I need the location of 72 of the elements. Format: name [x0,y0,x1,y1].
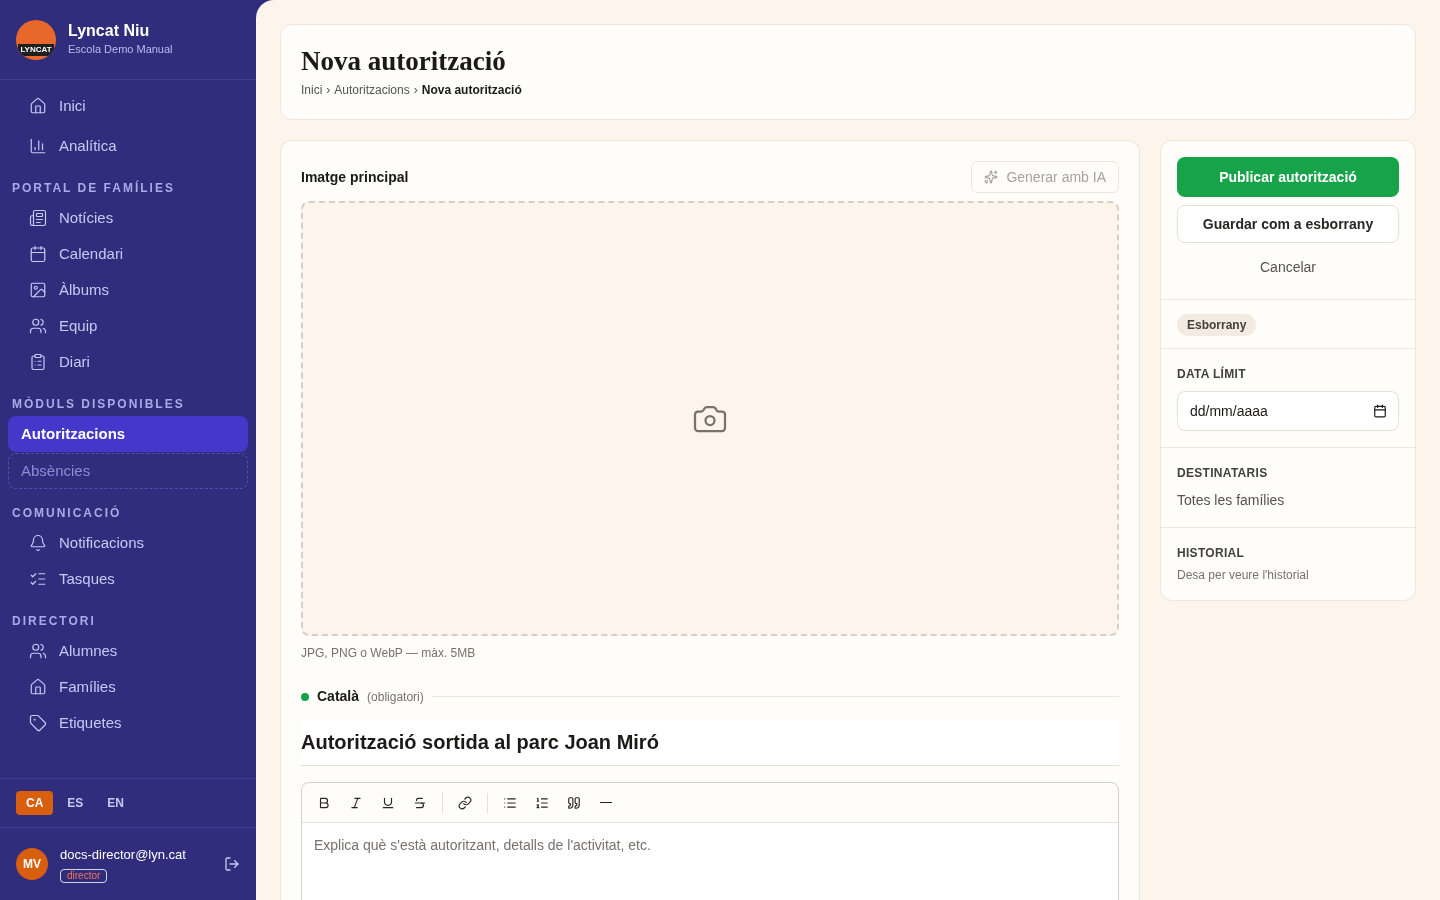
cancel-button[interactable]: Cancelar [1177,251,1399,283]
logo-icon: LYNCAT [16,19,56,60]
calendar-icon[interactable] [1373,404,1387,418]
bar-chart-icon [29,137,47,155]
language-button[interactable]: ES [57,791,94,815]
clipboard-icon [29,353,47,371]
section-heading: PORTAL DE FAMÍLIES [11,179,176,197]
date-field[interactable]: dd/mm/aaaa [1177,391,1399,431]
newspaper-icon [29,209,47,227]
horizontal-rule-icon [600,801,612,804]
strikethrough-icon [413,795,427,810]
section-heading: DIRECTORI [11,613,97,630]
sidebar-item[interactable]: Diari [16,344,240,380]
page-title: Nova autorització [301,45,507,77]
sparkles-icon [984,170,999,184]
home-icon [29,678,47,696]
sidebar-item[interactable]: Analítica [16,128,240,164]
sidebar-item[interactable]: Equip [16,308,240,344]
sidebar-item[interactable]: Calendari [16,236,240,272]
logout-icon[interactable] [224,856,240,872]
breadcrumb-item[interactable]: Inici [301,81,323,99]
sidebar-item[interactable]: Famílies [16,669,240,705]
avatar: MV [16,848,48,880]
sidebar-item[interactable]: Notificacions [16,525,240,561]
tag-icon [29,714,47,732]
app-name: Lyncat Niu [68,21,151,42]
recipients-value: Totes les famílies [1177,491,1286,510]
users-icon [29,642,47,660]
language-button[interactable]: CA [16,791,54,815]
sidebar-item[interactable]: Inici [16,88,240,124]
calendar-icon [29,245,47,263]
field-label: DATA LÍMIT [1177,365,1247,383]
sidebar-item[interactable]: Àlbums [16,272,240,308]
underline-icon [381,795,395,810]
checklist-icon [29,570,47,588]
breadcrumb-item[interactable]: Autoritzacions [334,81,410,99]
sidebar-item[interactable]: Alumnes [16,633,240,669]
quote-icon [567,795,581,810]
school-name: Escola Demo Manual [68,42,173,58]
breadcrumb-separator: › [326,82,331,99]
section-heading: COMUNICACIÓ [11,504,123,522]
description-field[interactable]: Explica què s'està autoritzant, detalls de l'activitat, etc. [302,823,1118,900]
bullet-list-icon [503,795,517,810]
language-button[interactable]: EN [97,791,135,815]
field-label: HISTORIAL [1177,545,1246,562]
image-icon [29,281,47,299]
file-hint: JPG, PNG o WebP — màx. 5MB [301,645,477,662]
required-note: (obligatori) [367,688,424,706]
role-tag: director [60,868,108,883]
bell-icon [29,534,47,552]
language-label: Català [317,687,360,706]
link-icon [458,795,472,810]
status-badge: Esborrany [1177,314,1257,336]
sidebar-item[interactable]: Autoritzacions [8,416,248,452]
breadcrumb-separator: › [413,82,418,99]
rich-text-editor[interactable]: Explica què s'està autoritzant, detalls de l'activitat, etc. [301,782,1119,900]
save-draft-button[interactable]: Guardar com a esborrany [1177,205,1399,243]
sidebar-item[interactable]: Etiquetes [16,705,240,741]
home-icon [29,97,47,115]
italic-icon [349,795,363,810]
user-email: docs-director@lyn.cat [60,846,186,865]
history-note: Desa per veure l'historial [1177,567,1310,584]
users-icon [29,317,47,335]
field-label: DESTINATARIS [1177,465,1269,482]
title-field[interactable]: Autorització sortida al parc Joan Miró [301,719,1119,766]
section-heading: MÒDULS DISPONIBLES [11,395,186,413]
breadcrumb-item: Nova autorització [421,82,522,99]
bold-icon [317,795,331,810]
field-label: Imatge principal [301,167,409,187]
sidebar-item[interactable]: Notícies [16,200,240,236]
numbered-list-icon [535,795,549,810]
sidebar-item[interactable]: Tasques [16,561,240,597]
